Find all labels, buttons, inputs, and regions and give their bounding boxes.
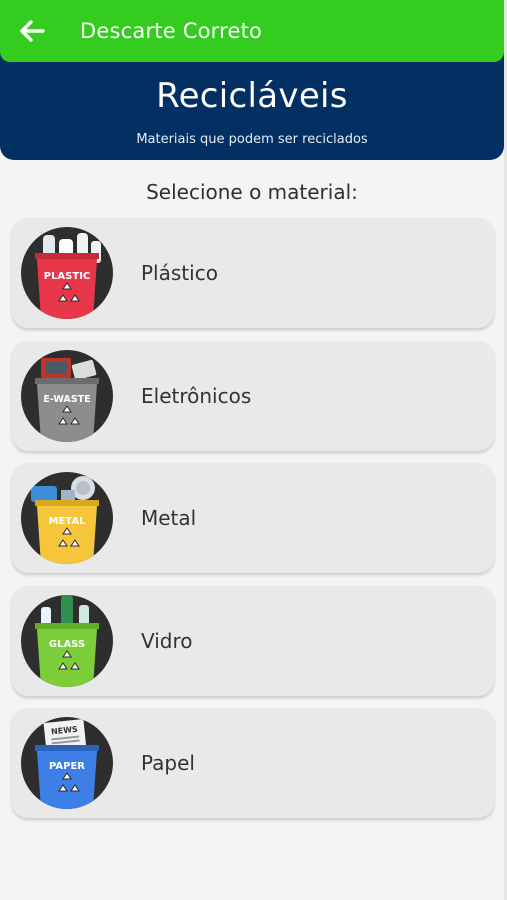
material-list: PLASTIC Plástico E-WASTE Eletrônicos MET… — [12, 218, 494, 831]
page-subtitle: Materiais que podem ser reciclados — [136, 132, 368, 147]
metal-bin-icon: METAL — [21, 472, 113, 564]
svg-text:GLASS: GLASS — [49, 639, 85, 650]
material-label: Vidro — [141, 628, 193, 653]
plastic-bin-icon: PLASTIC — [21, 227, 113, 319]
material-card-metal[interactable]: METAL Metal — [12, 463, 494, 573]
material-card-electronics[interactable]: E-WASTE Eletrônicos — [12, 340, 494, 451]
page-title: Recicláveis — [156, 76, 348, 116]
app-bar-title: Descarte Correto — [80, 19, 263, 43]
back-button[interactable] — [0, 0, 64, 62]
material-label: Eletrônicos — [141, 383, 252, 408]
material-card-glass[interactable]: GLASS Vidro — [12, 585, 494, 696]
material-card-paper[interactable]: NEWS PAPER Papel — [12, 708, 494, 818]
svg-text:E-WASTE: E-WASTE — [43, 394, 90, 405]
paper-bin-icon: NEWS PAPER — [21, 717, 113, 809]
svg-text:PAPER: PAPER — [49, 761, 85, 772]
app-bar: Descarte Correto — [0, 0, 504, 62]
select-material-prompt: Selecione o material: — [146, 180, 358, 204]
material-card-plastic[interactable]: PLASTIC Plástico — [12, 218, 494, 328]
material-label: Metal — [141, 506, 197, 530]
material-label: Plástico — [141, 261, 218, 285]
arrow-left-icon — [20, 20, 45, 42]
material-label: Papel — [141, 751, 195, 775]
svg-text:METAL: METAL — [49, 516, 87, 527]
glass-bin-icon: GLASS — [21, 594, 113, 687]
ewaste-bin-icon: E-WASTE — [21, 349, 113, 442]
svg-text:PLASTIC: PLASTIC — [44, 271, 91, 282]
